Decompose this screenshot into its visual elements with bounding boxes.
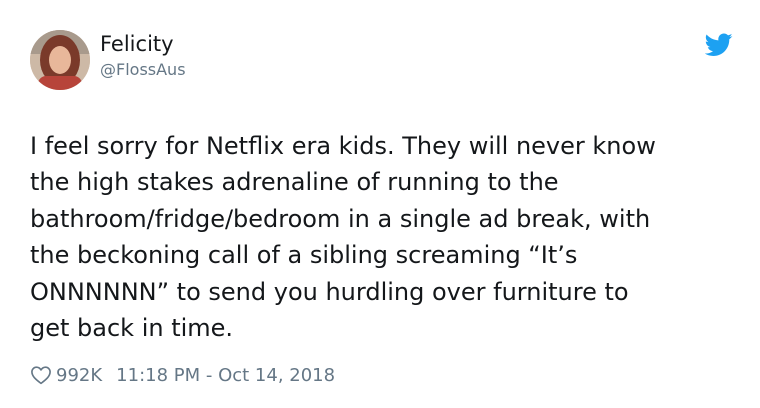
- tweet-text-line: bathroom/fridge/bedroom in a single ad b…: [30, 204, 651, 233]
- tweet-text-line: the beckoning call of a sibling screamin…: [30, 241, 578, 270]
- like-count[interactable]: 992K: [56, 365, 102, 386]
- heart-outline-icon[interactable]: [30, 365, 52, 385]
- avatar-photo: [30, 30, 90, 90]
- tweet-text-line: I feel sorry for Netflix era kids. They …: [30, 132, 656, 160]
- tweet-text: I feel sorry for Netflix era kids. They …: [30, 128, 740, 346]
- tweet-text-line: ONNNNNN” to send you hurdling over furni…: [30, 277, 629, 306]
- tweet-timestamp[interactable]: 11:18 PM - Oct 14, 2018: [116, 365, 335, 386]
- tweet-footer: 992K 11:18 PM - Oct 14, 2018: [30, 362, 335, 388]
- avatar[interactable]: [30, 30, 90, 90]
- tweet-card: Felicity @FlossAus I feel sorry for Netf…: [0, 0, 760, 408]
- twitter-bird-icon[interactable]: [705, 33, 733, 57]
- tweet-text-line: get back in time.: [30, 314, 234, 343]
- display-name[interactable]: Felicity: [100, 32, 174, 56]
- tweet-text-line: the high stakes adrenaline of running to…: [30, 168, 559, 197]
- user-handle[interactable]: @FlossAus: [100, 60, 186, 80]
